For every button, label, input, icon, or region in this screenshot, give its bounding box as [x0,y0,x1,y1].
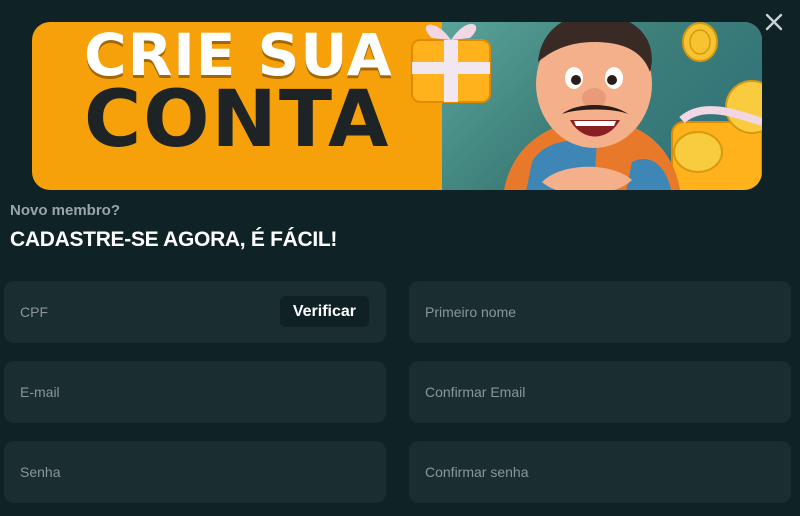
confirm-email-input[interactable] [409,361,791,423]
banner-title: CRIE SUA CONTA [84,26,414,166]
email-field [4,361,386,423]
password-field [4,441,386,503]
coin-stack-icon [671,80,762,190]
coin-icon [682,22,718,62]
confirm-password-input[interactable] [409,441,791,503]
confirm-email-field [409,361,791,423]
banner-title-line2: CONTA [84,75,391,166]
verify-button[interactable]: Verificar [279,296,369,327]
email-input[interactable] [4,361,386,423]
cpf-field: Verificar [4,281,386,343]
confirm-password-field [409,441,791,503]
close-button[interactable] [762,10,786,34]
gift-box-icon [411,23,491,103]
first-name-field [409,281,791,343]
subtitle: Novo membro? [10,202,121,219]
first-name-input[interactable] [409,281,791,343]
mascot-illustration [411,22,762,190]
close-icon [765,13,783,31]
password-input[interactable] [4,441,386,503]
promo-banner: CRIE SUA CONTA [32,22,762,190]
signup-modal: CRIE SUA CONTA Novo membro? CADASTRE-SE … [0,0,800,516]
mascot-character [504,22,680,190]
page-title: CADASTRE-SE AGORA, É FÁCIL! [10,228,338,251]
